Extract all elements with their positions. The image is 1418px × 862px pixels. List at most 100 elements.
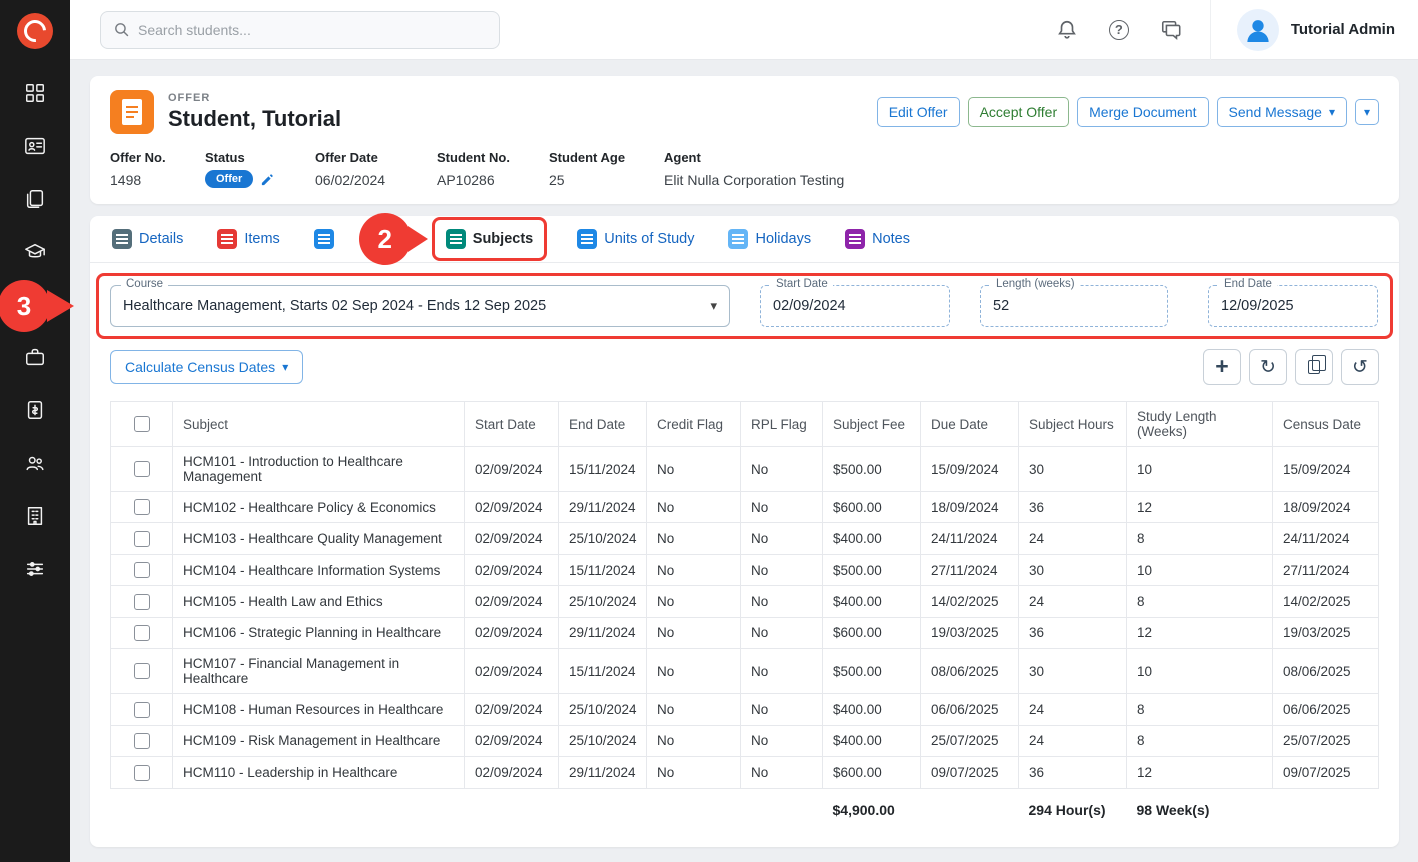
offer-date-label: Offer Date (315, 150, 437, 165)
offer-actions: Edit Offer Accept Offer Merge Document S… (877, 97, 1379, 127)
cell-due-date: 15/09/2024 (921, 447, 1019, 492)
search-input[interactable] (138, 22, 487, 38)
cell-due-date: 08/06/2025 (921, 649, 1019, 694)
cell-study-length: 8 (1127, 586, 1273, 617)
total-subject-fee: $4,900.00 (823, 788, 921, 831)
cell-start-date: 02/09/2024 (465, 757, 559, 788)
user-menu[interactable]: Tutorial Admin (1210, 0, 1395, 60)
table-row: HCM110 - Leadership in Healthcare02/09/2… (111, 757, 1379, 788)
tab-units-of-study[interactable]: Units of Study (577, 229, 694, 249)
edit-offer-button[interactable]: Edit Offer (877, 97, 960, 127)
cell-rpl-flag: No (741, 757, 823, 788)
sidebar-item-organisation[interactable] (17, 503, 53, 529)
search-box[interactable] (100, 11, 500, 49)
row-checkbox[interactable] (134, 702, 150, 718)
length-weeks-field[interactable]: Length (weeks) 52 (980, 285, 1168, 327)
table-row: HCM102 - Healthcare Policy & Economics02… (111, 492, 1379, 523)
more-actions-button[interactable]: ▾ (1355, 99, 1379, 125)
agent-label: Agent (664, 150, 844, 165)
col-subject-fee: Subject Fee (823, 402, 921, 447)
cell-subject: HCM109 - Risk Management in Healthcare (173, 725, 465, 756)
sidebar-item-users[interactable] (17, 450, 53, 476)
cell-credit-flag: No (647, 694, 741, 725)
cell-rpl-flag: No (741, 492, 823, 523)
sidebar-item-settings[interactable] (17, 556, 53, 582)
cell-due-date: 14/02/2025 (921, 586, 1019, 617)
row-checkbox[interactable] (134, 499, 150, 515)
cell-subject-fee: $500.00 (823, 447, 921, 492)
course-select[interactable]: Course Healthcare Management, Starts 02 … (110, 285, 730, 327)
row-checkbox-cell (111, 492, 173, 523)
cell-census-date: 25/07/2025 (1273, 725, 1379, 756)
sidebar-item-offers[interactable] (17, 186, 53, 212)
dropdown-caret-icon: ▾ (700, 298, 717, 314)
cell-end-date: 15/11/2024 (559, 447, 647, 492)
subjects-table: Subject Start Date End Date Credit Flag … (110, 401, 1379, 831)
row-checkbox[interactable] (134, 625, 150, 641)
row-checkbox[interactable] (134, 765, 150, 781)
cell-end-date: 29/11/2024 (559, 492, 647, 523)
app-logo[interactable] (0, 0, 70, 62)
cell-end-date: 25/10/2024 (559, 586, 647, 617)
sidebar-item-finance[interactable] (17, 397, 53, 423)
send-message-button[interactable]: Send Message▾ (1217, 97, 1347, 127)
cell-rpl-flag: No (741, 649, 823, 694)
sidebar-item-employers[interactable] (17, 344, 53, 370)
cell-end-date: 29/11/2024 (559, 757, 647, 788)
sidebar-item-dashboard[interactable] (17, 80, 53, 106)
row-checkbox-cell (111, 554, 173, 585)
cell-start-date: 02/09/2024 (465, 523, 559, 554)
sidebar-item-contacts[interactable] (17, 133, 53, 159)
cell-subject-hours: 30 (1019, 447, 1127, 492)
row-checkbox[interactable] (134, 663, 150, 679)
row-checkbox[interactable] (134, 531, 150, 547)
cell-due-date: 27/11/2024 (921, 554, 1019, 585)
sidebar-item-courses[interactable] (17, 239, 53, 265)
tab-holidays[interactable]: Holidays (728, 229, 811, 249)
notifications-button[interactable] (1054, 17, 1080, 43)
history-button[interactable]: ↺ (1341, 349, 1379, 385)
row-checkbox[interactable] (134, 733, 150, 749)
messages-button[interactable] (1158, 17, 1184, 43)
cell-start-date: 02/09/2024 (465, 694, 559, 725)
merge-document-button[interactable]: Merge Document (1077, 97, 1208, 127)
tab-subjects[interactable]: 2 Subjects (446, 229, 533, 249)
table-row: HCM103 - Healthcare Quality Management02… (111, 523, 1379, 554)
cell-subject: HCM102 - Healthcare Policy & Economics (173, 492, 465, 523)
start-date-field[interactable]: Start Date 02/09/2024 (760, 285, 950, 327)
row-checkbox[interactable] (134, 562, 150, 578)
cell-rpl-flag: No (741, 554, 823, 585)
tab-notes[interactable]: Notes (845, 229, 910, 249)
dashboard-icon (24, 82, 46, 104)
select-all-checkbox[interactable] (134, 416, 150, 432)
graduation-cap-icon (24, 241, 46, 263)
tab-details[interactable]: Details (112, 229, 183, 249)
cell-subject: HCM101 - Introduction to Healthcare Mana… (173, 447, 465, 492)
end-date-field[interactable]: End Date 12/09/2025 (1208, 285, 1378, 327)
edit-status-icon[interactable] (260, 172, 275, 187)
help-button[interactable]: ? (1106, 17, 1132, 43)
add-subject-button[interactable]: + (1203, 349, 1241, 385)
row-checkbox[interactable] (134, 461, 150, 477)
end-date-value: 12/09/2025 (1221, 298, 1294, 314)
agent-link[interactable]: Elit Nulla Corporation Testing (664, 172, 844, 188)
app-window: ? Tutorial Admin O (0, 0, 1418, 862)
course-field-value: Healthcare Management, Starts 02 Sep 202… (123, 298, 546, 314)
topbar-actions: ? Tutorial Admin (1054, 0, 1395, 60)
cell-census-date: 24/11/2024 (1273, 523, 1379, 554)
totals-row: $4,900.00 294 Hour(s) 98 Week(s) (111, 788, 1379, 831)
tab-items[interactable]: Items (217, 229, 279, 249)
hidden-tab-icon (314, 229, 334, 249)
plus-icon: + (1215, 353, 1228, 380)
tab-hidden[interactable] (314, 229, 368, 249)
cell-census-date: 14/02/2025 (1273, 586, 1379, 617)
bell-icon (1056, 19, 1078, 41)
accept-offer-button[interactable]: Accept Offer (968, 97, 1070, 127)
row-checkbox[interactable] (134, 594, 150, 610)
calculate-census-dates-button[interactable]: Calculate Census Dates ▾ (110, 350, 303, 384)
cell-study-length: 10 (1127, 649, 1273, 694)
row-checkbox-cell (111, 447, 173, 492)
copy-button[interactable] (1295, 349, 1333, 385)
total-subject-hours: 294 Hour(s) (1019, 788, 1127, 831)
refresh-button[interactable]: ↻ (1249, 349, 1287, 385)
